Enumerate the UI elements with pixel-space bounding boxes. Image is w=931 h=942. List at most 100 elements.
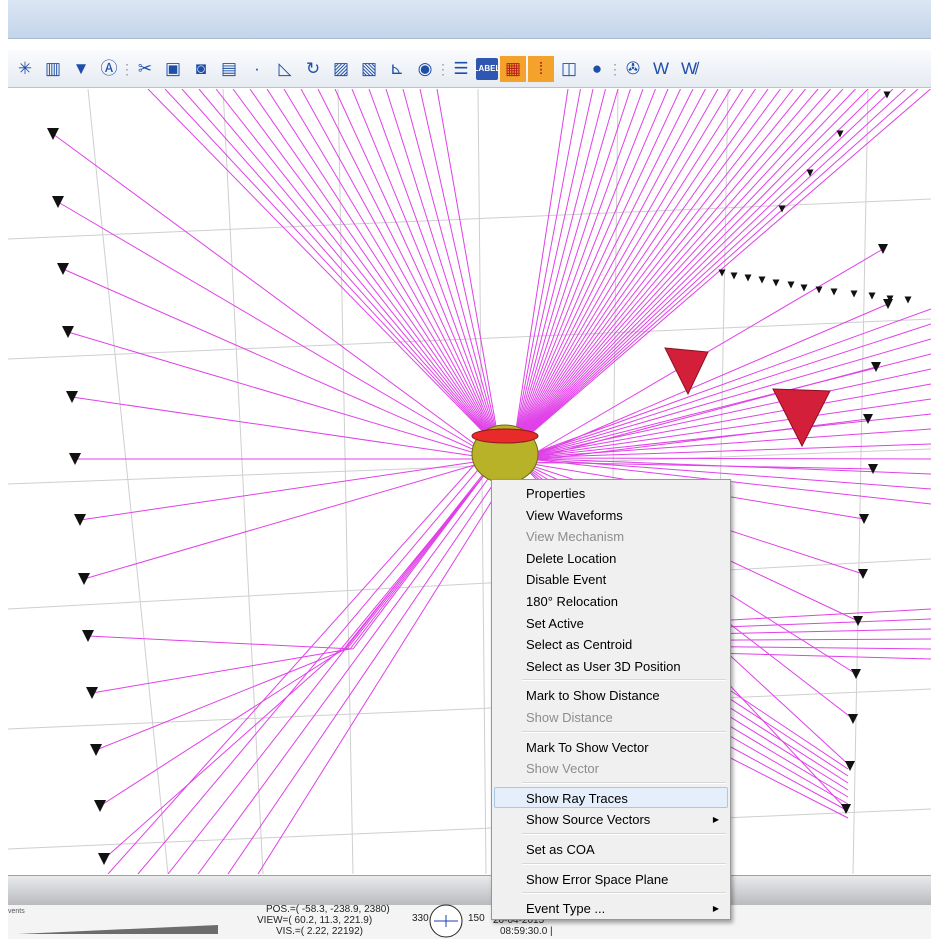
- menu-item-show-vector: Show Vector: [494, 757, 728, 779]
- events-icon[interactable]: ✳: [12, 56, 38, 82]
- ray-line: [71, 396, 496, 460]
- grid-color-icon[interactable]: ▦: [500, 55, 526, 82]
- sensor-marker: [883, 299, 893, 309]
- menu-separator: [522, 892, 726, 895]
- target-icon[interactable]: ◉: [412, 56, 438, 82]
- menu-item-show-source-vectors[interactable]: Show Source Vectors ▶: [494, 808, 728, 830]
- menu-item-label: Disable Event: [526, 572, 607, 588]
- column-icon[interactable]: ▤: [216, 56, 242, 82]
- sensor-marker: [90, 744, 102, 756]
- menu-item-label: Show Vector: [526, 761, 599, 777]
- menu-item-show-ray-traces[interactable]: Show Ray Traces: [494, 786, 728, 809]
- compass-right-value: 150: [468, 913, 485, 924]
- grid-line: [8, 558, 931, 610]
- sensor-marker: [859, 514, 869, 524]
- fan-icon[interactable]: ✇: [620, 56, 646, 82]
- list-icon[interactable]: ☰: [448, 56, 474, 82]
- menu-item-label: Show Ray Traces: [526, 790, 628, 806]
- sensor-marker: [47, 128, 59, 140]
- ray-line: [512, 89, 806, 450]
- menu-item-set-active[interactable]: Set Active: [494, 612, 728, 634]
- menu-item-set-as-coa[interactable]: Set as COA: [494, 838, 728, 860]
- rotate-icon[interactable]: ↻: [300, 56, 326, 82]
- filter-icon[interactable]: ▼: [68, 56, 94, 82]
- ray-line: [266, 89, 501, 450]
- grid-line: [8, 688, 931, 730]
- menu-separator: [522, 730, 726, 733]
- ray-line: [512, 89, 681, 450]
- ray-line: [512, 89, 719, 450]
- menu-item-label: Mark To Show Vector: [526, 739, 649, 755]
- ray-line: [137, 463, 484, 874]
- w-icon[interactable]: W: [648, 56, 674, 82]
- ray-line: [512, 89, 644, 450]
- menu-item-mark-to-show-vector[interactable]: Mark To Show Vector: [494, 736, 728, 758]
- sensor-marker: [52, 196, 64, 208]
- frame-icon[interactable]: ▣: [160, 56, 186, 82]
- toolbar-separator: ⋮: [608, 60, 622, 77]
- dot-icon[interactable]: ·: [244, 56, 270, 82]
- sensor-marker: [806, 169, 814, 177]
- menu-item-label: Show Error Space Plane: [526, 871, 669, 887]
- sensor-marker: [851, 669, 861, 679]
- menu-item-select-as-user-3d-position[interactable]: Select as User 3D Position: [494, 655, 728, 677]
- menu-item-show-distance: Show Distance: [494, 706, 728, 728]
- 3d-viewport[interactable]: [8, 89, 931, 874]
- ray-line: [167, 463, 492, 874]
- pattern-b-icon[interactable]: ▧: [356, 56, 382, 82]
- main-toolbar: ✳ ▥ ▼ Ⓐ ⋮ ✂ ▣ ◙ ▤ · ◺ ↻ ▨ ▧ ⊾ ◉ ⋮ ☰ LABEL ▦ ⁞ ◫ ● ⋮ ✇ W W̸: [8, 50, 931, 88]
- ray-line: [519, 457, 931, 460]
- menu-item-properties[interactable]: Properties: [494, 482, 728, 504]
- ray-line: [512, 89, 619, 450]
- menu-item-disable-event[interactable]: Disable Event: [494, 568, 728, 590]
- toolbar-separator: ⋮: [436, 60, 450, 77]
- grid-line: [222, 89, 264, 874]
- ray-line: [95, 473, 486, 751]
- sphere-icon[interactable]: ●: [584, 56, 610, 82]
- axes-icon[interactable]: ⊾: [384, 56, 410, 82]
- view-readout: VIEW=( 60.2, 11.3, 221.9): [257, 915, 373, 926]
- ray-line: [215, 89, 501, 450]
- menu-separator: [522, 679, 726, 682]
- menu-item-label: Mark to Show Distance: [526, 688, 660, 704]
- ray-line: [519, 323, 931, 459]
- ray-line: [67, 331, 496, 460]
- histogram-icon[interactable]: ▥: [40, 56, 66, 82]
- menu-item-label: View Mechanism: [526, 529, 625, 545]
- menu-item-select-as-centroid[interactable]: Select as Centroid: [494, 633, 728, 655]
- angle-icon[interactable]: ◺: [272, 56, 298, 82]
- sensor-marker: [744, 274, 752, 282]
- square-frame-icon[interactable]: ◫: [556, 56, 582, 82]
- sensor-marker: [66, 391, 78, 403]
- ray-line: [83, 458, 496, 580]
- sensor-marker: [830, 288, 838, 296]
- menu-item-show-error-space-plane[interactable]: Show Error Space Plane: [494, 868, 728, 890]
- menu-item-label: Set as COA: [526, 841, 595, 857]
- annotate-icon[interactable]: Ⓐ: [96, 56, 122, 82]
- level-meter: [18, 925, 218, 934]
- submenu-arrow-icon: ▶: [712, 904, 719, 914]
- ray-line: [99, 473, 486, 807]
- menu-item-180-relocation[interactable]: 180° Relocation: [494, 590, 728, 612]
- pos-readout: POS.=( -58.3, -238.9, 2380): [266, 904, 390, 915]
- label-icon[interactable]: LABEL: [474, 57, 500, 80]
- sensor-marker: [878, 244, 888, 254]
- tools-icon[interactable]: ✂: [132, 56, 158, 82]
- menu-item-view-waveforms[interactable]: View Waveforms: [494, 504, 728, 526]
- menu-item-delete-location[interactable]: Delete Location: [494, 547, 728, 569]
- camera-icon[interactable]: ◙: [188, 56, 214, 82]
- menu-item-mark-to-show-distance[interactable]: Mark to Show Distance: [494, 684, 728, 706]
- sensor-marker: [78, 573, 90, 585]
- ray-line: [512, 89, 769, 450]
- menu-item-event-type[interactable]: Event Type ... ▶: [494, 897, 728, 919]
- sensor-marker: [815, 286, 823, 294]
- dots-color-icon[interactable]: ⁞: [528, 55, 554, 82]
- grid-line: [8, 198, 931, 240]
- menu-item-label: Set Active: [526, 615, 584, 631]
- ray-line: [107, 463, 476, 874]
- ray-line: [249, 89, 501, 450]
- w-cross-icon[interactable]: W̸: [676, 56, 702, 82]
- pattern-a-icon[interactable]: ▨: [328, 56, 354, 82]
- ray-line: [181, 89, 501, 450]
- sensor-marker: [848, 714, 858, 724]
